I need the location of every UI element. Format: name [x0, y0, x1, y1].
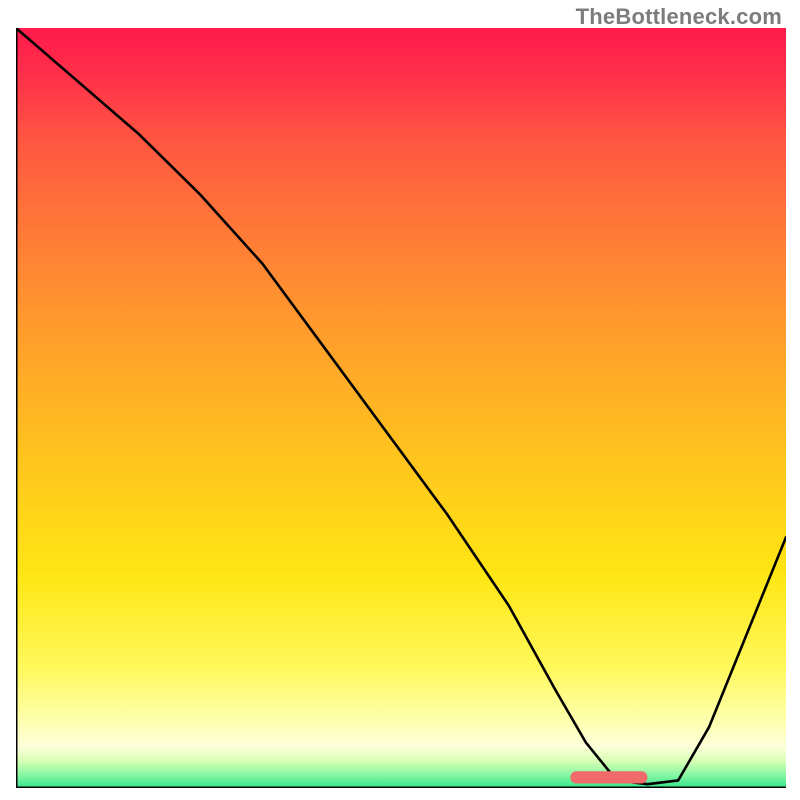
gradient-background — [16, 28, 786, 788]
optimal-marker — [570, 771, 647, 783]
bottleneck-chart — [16, 28, 786, 788]
chart-svg — [16, 28, 786, 788]
watermark-text: TheBottleneck.com — [576, 4, 782, 30]
